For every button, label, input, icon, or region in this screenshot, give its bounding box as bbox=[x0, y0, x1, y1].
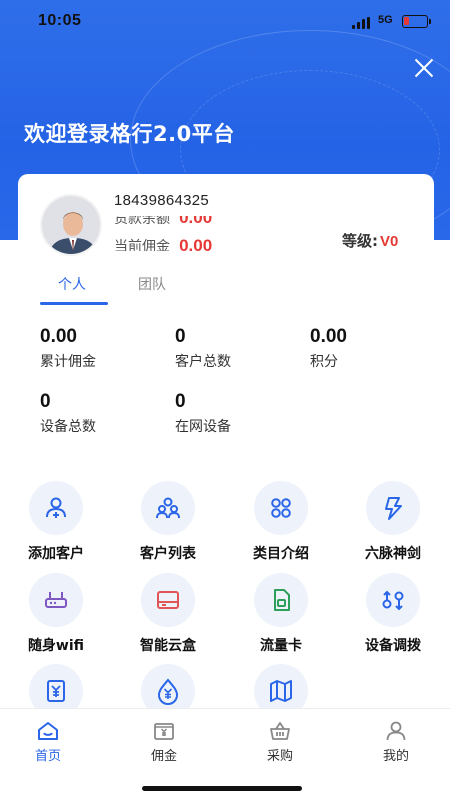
grid-label: 客户列表 bbox=[140, 546, 196, 562]
cloud-box-icon bbox=[157, 591, 179, 609]
tab-active-indicator bbox=[40, 302, 108, 305]
device-transfer-icon bbox=[382, 590, 404, 611]
level-label: 等级: bbox=[342, 232, 378, 250]
stat-label: 在网设备 bbox=[175, 419, 231, 435]
sim-card-icon bbox=[274, 589, 290, 611]
status-bar: 10:05 5G bbox=[0, 0, 450, 44]
level-badge: 等级: V0 bbox=[342, 230, 398, 251]
grid-category[interactable]: 类目介绍 bbox=[231, 481, 331, 563]
grid-add-customer[interactable]: 添加客户 bbox=[6, 481, 106, 563]
category-icon bbox=[271, 498, 291, 518]
grid-label: 流量卡 bbox=[260, 638, 302, 654]
stat-value: 0.00 bbox=[310, 326, 347, 347]
grid-sim-card[interactable]: 流量卡 bbox=[231, 573, 331, 655]
grid-label: 六脉神剑 bbox=[365, 546, 421, 562]
grid-label: 添加客户 bbox=[28, 546, 84, 562]
balance-row: 货款余额 0.00 bbox=[114, 216, 274, 225]
basket-icon bbox=[270, 722, 290, 740]
nav-label: 佣金 bbox=[150, 749, 177, 764]
nav-label: 采购 bbox=[266, 749, 293, 764]
grid-device-transfer[interactable]: 设备调拨 bbox=[343, 573, 443, 655]
stat-label: 累计佣金 bbox=[40, 354, 96, 370]
nav-mine[interactable]: 我的 bbox=[356, 719, 436, 764]
tab-team[interactable]: 团队 bbox=[138, 274, 166, 294]
phone-number: 18439864325 bbox=[114, 192, 210, 209]
yuan-document-icon bbox=[47, 680, 65, 702]
tab-bar: 个人 团队 bbox=[0, 264, 450, 308]
profile-card: 18439864325 货款余额 0.00 当前佣金 0.00 等级:V0 bbox=[18, 174, 434, 264]
commission-icon bbox=[154, 723, 174, 740]
level-value: V0 bbox=[380, 233, 399, 250]
grid-label: 设备调拨 bbox=[365, 638, 421, 654]
customer-list-icon bbox=[156, 497, 180, 519]
avatar-photo bbox=[42, 196, 100, 254]
grid-liumai[interactable]: 六脉神剑 bbox=[343, 481, 443, 563]
grid-portable-wifi[interactable]: 随身wifi bbox=[6, 573, 106, 655]
stat-value: 0 bbox=[175, 326, 186, 347]
nav-purchase[interactable]: 采购 bbox=[240, 719, 320, 764]
nav-label: 我的 bbox=[382, 749, 409, 764]
nav-label: 首页 bbox=[34, 749, 61, 764]
stat-total-devices: 0 设备总数 bbox=[40, 391, 170, 436]
status-time: 10:05 bbox=[38, 12, 82, 29]
commission-row: 当前佣金 0.00 bbox=[114, 236, 274, 251]
commission-value: 0.00 bbox=[179, 236, 213, 251]
tab-personal[interactable]: 个人 bbox=[58, 274, 86, 294]
nav-commission[interactable]: 佣金 bbox=[124, 719, 204, 764]
welcome-title: 欢迎登录格行2.0平台 bbox=[24, 122, 235, 146]
stat-total-commission: 0.00 累计佣金 bbox=[40, 326, 170, 371]
home-indicator[interactable] bbox=[142, 786, 302, 791]
commission-label: 当前佣金 bbox=[114, 239, 170, 251]
stat-label: 客户总数 bbox=[175, 354, 231, 370]
stat-value: 0 bbox=[175, 391, 186, 412]
stat-label: 积分 bbox=[310, 354, 338, 370]
stat-value: 0 bbox=[40, 391, 51, 412]
battery-icon bbox=[402, 15, 431, 28]
stat-label: 设备总数 bbox=[40, 419, 96, 435]
lightning-icon bbox=[385, 497, 402, 520]
avatar[interactable] bbox=[40, 194, 102, 256]
profile-icon bbox=[386, 721, 406, 741]
stat-online-devices: 0 在网设备 bbox=[175, 391, 305, 436]
stat-points: 0.00 积分 bbox=[310, 326, 440, 371]
close-icon[interactable] bbox=[410, 54, 438, 82]
add-customer-icon bbox=[46, 497, 66, 518]
map-icon bbox=[270, 680, 292, 702]
stat-value: 0.00 bbox=[40, 326, 77, 347]
grid-label: 类目介绍 bbox=[253, 546, 309, 562]
grid-label: 智能云盒 bbox=[140, 638, 196, 654]
grid-customer-list[interactable]: 客户列表 bbox=[118, 481, 218, 563]
stat-total-customers: 0 客户总数 bbox=[175, 326, 305, 371]
router-icon bbox=[45, 592, 67, 608]
grid-cloud-box[interactable]: 智能云盒 bbox=[118, 573, 218, 655]
nav-home[interactable]: 首页 bbox=[8, 719, 88, 764]
home-icon bbox=[38, 722, 58, 740]
balance-label: 货款余额 bbox=[114, 216, 170, 225]
grid-label: 随身wifi bbox=[27, 638, 85, 654]
signal-icon bbox=[352, 17, 372, 29]
network-type: 5G bbox=[378, 14, 393, 26]
yuan-drop-icon bbox=[157, 678, 179, 705]
balance-value: 0.00 bbox=[179, 216, 212, 225]
